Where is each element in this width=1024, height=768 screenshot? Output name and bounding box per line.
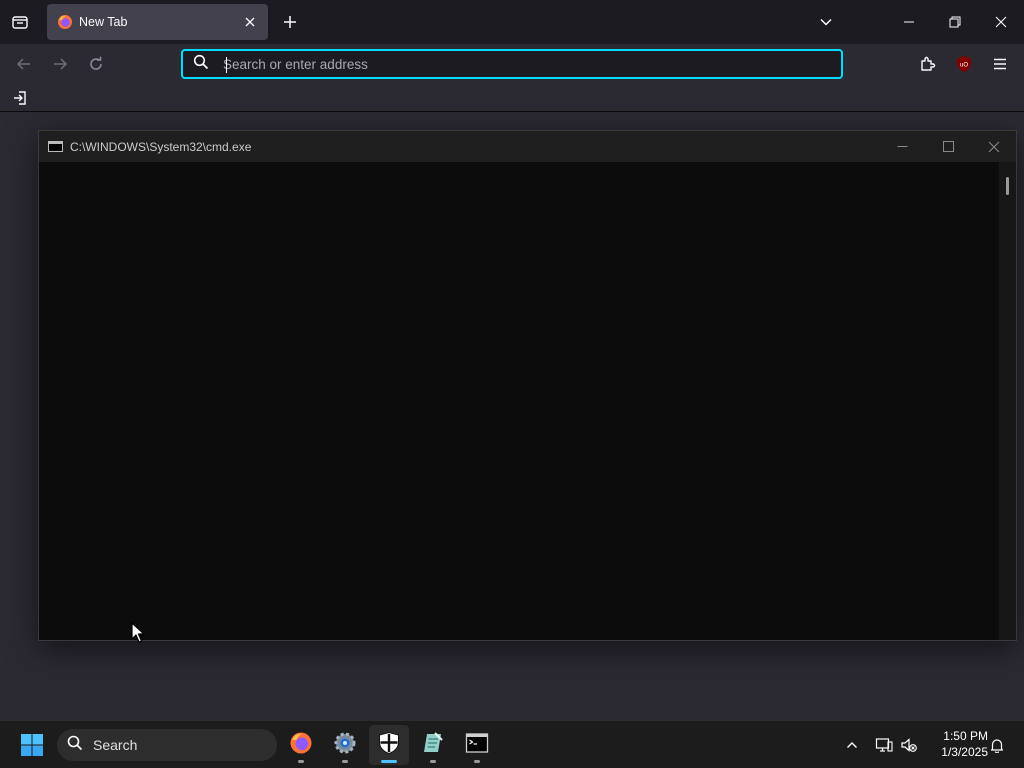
firefox-view-icon[interactable] — [4, 6, 36, 38]
ublock-origin-icon[interactable]: uO — [948, 48, 980, 80]
windows-security-icon — [377, 731, 401, 760]
navigation-toolbar: uO — [0, 44, 1024, 84]
restore-window-icon[interactable] — [932, 0, 978, 44]
running-indicator — [342, 760, 348, 763]
tab-title: New Tab — [79, 15, 128, 29]
cmd-window-title: C:\WINDOWS\System32\cmd.exe — [70, 139, 252, 154]
running-indicator — [474, 760, 480, 763]
search-icon — [67, 735, 83, 756]
running-indicator — [430, 760, 436, 763]
taskbar-notepad[interactable] — [413, 725, 453, 765]
notification-bell-icon[interactable] — [985, 721, 1009, 768]
list-all-tabs-chevron-icon[interactable] — [810, 6, 842, 38]
start-windows-icon[interactable] — [12, 725, 52, 765]
sign-in-icon[interactable] — [10, 89, 30, 107]
taskbar-windows-security[interactable] — [369, 725, 409, 765]
address-input[interactable] — [223, 56, 841, 72]
back-arrow-icon[interactable] — [8, 48, 40, 80]
tab-new-tab[interactable]: New Tab — [47, 4, 268, 40]
firefox-tab-icon — [57, 14, 73, 30]
taskbar-settings[interactable] — [325, 725, 365, 765]
reload-icon[interactable] — [80, 48, 112, 80]
cmd-minimize-icon[interactable] — [879, 131, 925, 162]
new-tab-plus-icon[interactable] — [274, 6, 306, 38]
extensions-puzzle-icon[interactable] — [912, 48, 944, 80]
cmd-console-area[interactable] — [39, 162, 999, 640]
minimize-window-icon[interactable] — [886, 0, 932, 44]
close-tab-icon[interactable] — [242, 14, 258, 30]
active-indicator — [381, 760, 397, 763]
notepad-icon — [421, 731, 445, 760]
text-caret — [226, 57, 227, 73]
clock-time: 1:50 PM — [943, 729, 988, 743]
mouse-pointer-icon — [131, 622, 145, 649]
show-hidden-icons-chevron-up-icon[interactable] — [840, 721, 864, 768]
firefox-icon — [289, 731, 313, 760]
volume-muted-icon[interactable] — [897, 721, 921, 768]
terminal-icon — [465, 731, 489, 760]
cmd-app-icon — [48, 141, 63, 152]
browser-tab-strip: New Tab — [0, 0, 1024, 44]
bookmarks-toolbar — [0, 84, 1024, 112]
taskbar-search-label: Search — [93, 737, 138, 753]
running-indicator — [298, 760, 304, 763]
cmd-window[interactable]: C:\WINDOWS\System32\cmd.exe — [38, 130, 1017, 641]
svg-text:uO: uO — [960, 63, 968, 69]
clock-date: 1/3/2025 — [941, 745, 988, 759]
close-window-icon[interactable] — [978, 0, 1024, 44]
cmd-maximize-icon[interactable] — [925, 131, 971, 162]
cmd-scrollbar-thumb[interactable] — [1006, 177, 1009, 195]
forward-arrow-icon[interactable] — [44, 48, 76, 80]
search-icon — [193, 54, 209, 75]
settings-icon — [333, 731, 357, 760]
cmd-titlebar[interactable]: C:\WINDOWS\System32\cmd.exe — [39, 131, 1016, 162]
network-display-icon[interactable] — [872, 721, 896, 768]
address-bar[interactable] — [181, 49, 843, 79]
taskbar: Search 1:50 PM 1/3/2025 — [0, 720, 1024, 768]
cmd-scrollbar[interactable] — [999, 162, 1016, 640]
taskbar-firefox[interactable] — [281, 725, 321, 765]
hamburger-menu-icon[interactable] — [984, 48, 1016, 80]
taskbar-search-box[interactable]: Search — [57, 729, 277, 761]
system-clock[interactable]: 1:50 PM 1/3/2025 — [926, 728, 988, 760]
taskbar-command-prompt[interactable] — [457, 725, 497, 765]
cmd-close-icon[interactable] — [971, 131, 1017, 162]
